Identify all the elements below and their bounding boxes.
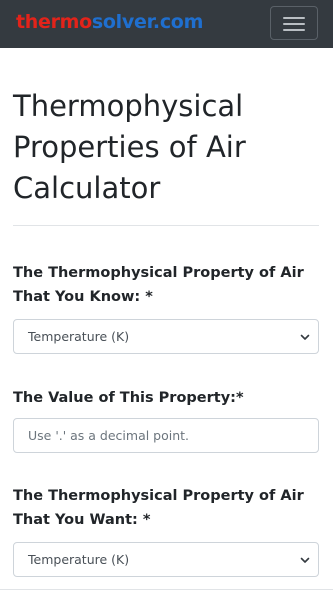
navbar: thermosolver.com: [0, 0, 333, 48]
value-input-wrapper: [13, 418, 319, 453]
known-property-select[interactable]: Temperature (K): [13, 319, 319, 354]
value-label: The Value of This Property:*: [13, 390, 244, 406]
chevron-down-icon: [300, 557, 310, 563]
brand-solver[interactable]: solver.com: [92, 11, 203, 33]
value-input[interactable]: [14, 419, 318, 452]
brand-logo[interactable]: thermosolver.com: [16, 10, 203, 34]
known-property-selected-value: Temperature (K): [28, 329, 130, 344]
title-divider: [13, 225, 319, 226]
wanted-property-selected-value: Temperature (K): [28, 552, 130, 567]
known-property-label: The Thermophysical Property of Air That …: [13, 265, 304, 305]
page-title: Thermophysical Properties of Air Calcula…: [13, 89, 246, 205]
section-divider: [0, 589, 333, 590]
wanted-property-label: The Thermophysical Property of Air That …: [13, 488, 304, 528]
navbar-toggler-button[interactable]: [270, 6, 318, 40]
wanted-property-select[interactable]: Temperature (K): [13, 542, 319, 577]
chevron-down-icon: [300, 334, 310, 340]
brand-thermo[interactable]: thermo: [16, 11, 92, 33]
